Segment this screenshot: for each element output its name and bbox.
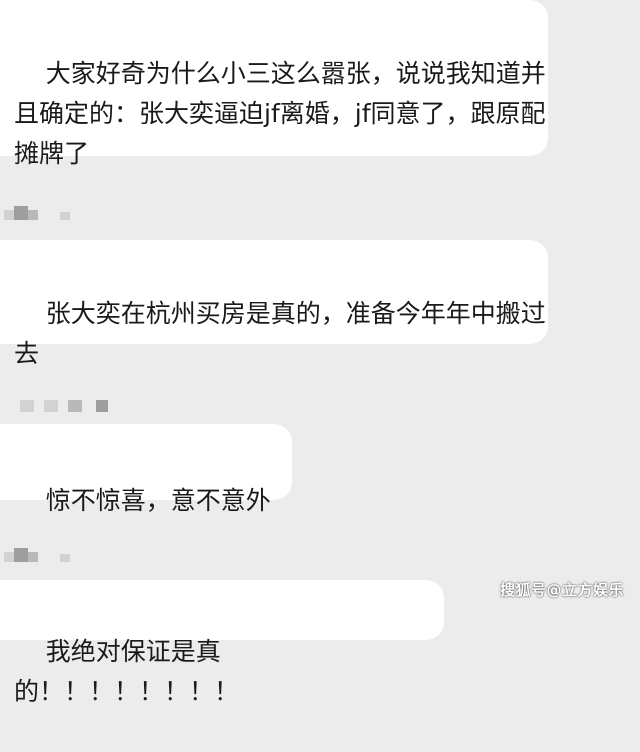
message-bubble: 大家好奇为什么小三这么嚣张，说说我知道并且确定的：张大奕逼迫jf离婚，jf同意了… xyxy=(0,0,548,168)
message-text: 大家好奇为什么小三这么嚣张，说说我知道并且确定的：张大奕逼迫jf离婚，jf同意了… xyxy=(14,59,546,168)
message-text: 我绝对保证是真的！！！！！！！！ xyxy=(14,637,240,706)
message-bubble: 我绝对保证是真的！！！！！！！！ xyxy=(0,580,444,706)
message-bubble: 张大奕在杭州买房是真的，准备今年年中搬过去 xyxy=(0,240,548,368)
watermark: 搜狐号@立方娱乐 xyxy=(499,581,624,599)
message-bubble: 惊不惊喜，意不意外 xyxy=(0,424,292,515)
message-text: 惊不惊喜，意不意外 xyxy=(45,486,271,515)
message-text: 张大奕在杭州买房是真的，准备今年年中搬过去 xyxy=(14,299,546,368)
chat-view: 大家好奇为什么小三这么嚣张，说说我知道并且确定的：张大奕逼迫jf离婚，jf同意了… xyxy=(0,0,640,706)
